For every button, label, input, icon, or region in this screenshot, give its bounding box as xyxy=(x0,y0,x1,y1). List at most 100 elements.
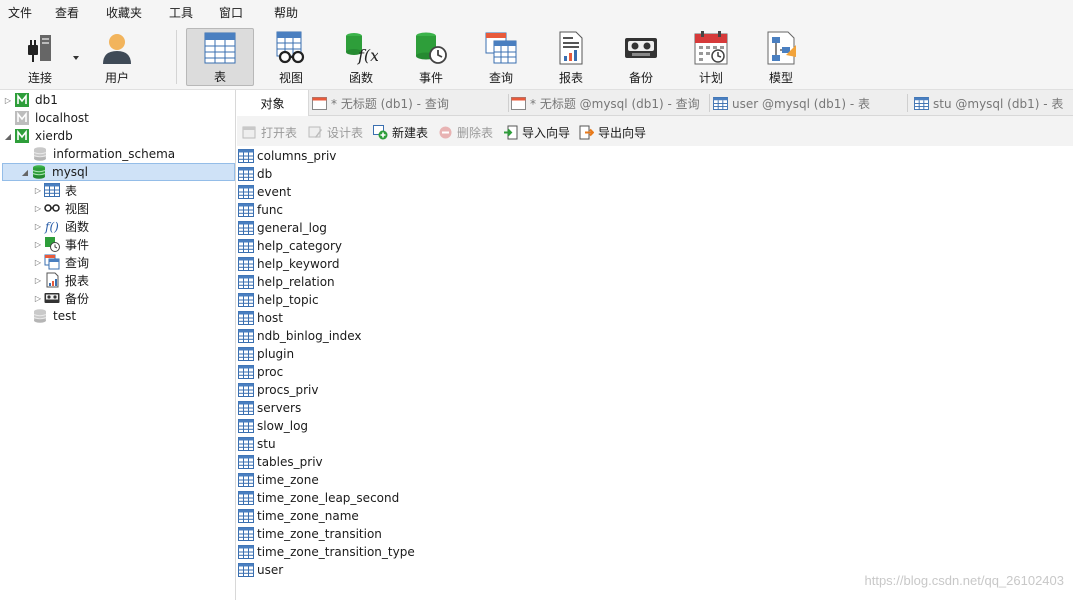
tree-node-xierdb[interactable]: ◢ xierdb xyxy=(2,127,73,145)
table-button[interactable]: 表 xyxy=(186,28,254,86)
table-row[interactable]: procs_priv xyxy=(238,381,318,399)
user-button[interactable]: 用户 xyxy=(83,28,151,86)
tree-node-queries[interactable]: ▷ 查询 xyxy=(32,253,89,271)
tree-node-functions[interactable]: ▷ f() 函数 xyxy=(32,217,89,235)
table-label: 表 xyxy=(213,70,226,84)
tree-node-localhost[interactable]: localhost xyxy=(2,109,89,127)
tree-node-events[interactable]: ▷ 事件 xyxy=(32,235,89,253)
tree-node-db1[interactable]: ▷ db1 xyxy=(2,91,58,109)
connect-label: 连接 xyxy=(27,71,52,85)
query-button[interactable]: 查询 xyxy=(467,28,535,86)
table-icon xyxy=(203,31,237,64)
collapse-arrow-icon[interactable]: ◢ xyxy=(19,163,31,181)
table-name: servers xyxy=(257,401,302,415)
table-row[interactable]: time_zone_transition_type xyxy=(238,543,415,561)
table-row[interactable]: general_log xyxy=(238,219,327,237)
table-icon xyxy=(238,347,254,361)
event-button[interactable]: 事件 xyxy=(397,28,465,86)
tab-objects[interactable]: 对象 xyxy=(237,90,309,116)
schedule-button[interactable]: 计划 xyxy=(677,28,745,86)
table-row[interactable]: time_zone_name xyxy=(238,507,359,525)
tree-node-test[interactable]: test xyxy=(20,307,76,325)
expand-arrow-icon[interactable]: ▷ xyxy=(2,91,14,109)
tree-node-backups[interactable]: ▷ 备份 xyxy=(32,289,89,307)
delete-table-button[interactable]: 删除表 xyxy=(438,124,493,140)
export-wizard-button[interactable]: 导出向导 xyxy=(579,124,646,140)
table-row[interactable]: func xyxy=(238,201,283,219)
tab-table-stu[interactable]: stu @mysql (db1) - 表 xyxy=(914,90,1073,116)
new-table-label: 新建表 xyxy=(392,125,429,140)
table-row[interactable]: servers xyxy=(238,399,301,417)
table-row[interactable]: event xyxy=(238,183,291,201)
model-button[interactable]: 模型 xyxy=(747,28,815,86)
table-row[interactable]: help_relation xyxy=(238,273,335,291)
tab-label: stu @mysql (db1) - 表 xyxy=(933,96,1064,111)
expand-arrow-icon[interactable]: ▷ xyxy=(32,235,44,253)
expand-arrow-icon[interactable]: ▷ xyxy=(32,253,44,271)
import-wizard-button[interactable]: 导入向导 xyxy=(503,124,570,140)
connect-dropdown-icon[interactable] xyxy=(73,56,79,60)
tree-node-tables[interactable]: ▷ 表 xyxy=(32,181,77,199)
tree-node-mysql[interactable]: ◢ mysql xyxy=(2,163,235,181)
design-table-button[interactable]: 设计表 xyxy=(308,124,363,140)
table-row[interactable]: user xyxy=(238,561,283,579)
open-table-button[interactable]: 打开表 xyxy=(242,124,297,140)
view-button[interactable]: 视图 xyxy=(257,28,325,86)
expand-arrow-icon[interactable]: ▷ xyxy=(32,289,44,307)
table-row[interactable]: host xyxy=(238,309,283,327)
collapse-arrow-icon[interactable]: ◢ xyxy=(2,127,14,145)
table-row[interactable]: time_zone_transition xyxy=(238,525,382,543)
table-name: tables_priv xyxy=(257,455,323,469)
new-table-button[interactable]: 新建表 xyxy=(373,124,428,140)
tree-node-information-schema[interactable]: information_schema xyxy=(20,145,175,163)
function-label: 函数 xyxy=(348,71,373,85)
table-row[interactable]: stu xyxy=(238,435,276,453)
table-name: time_zone_transition_type xyxy=(257,545,415,559)
table-row[interactable]: slow_log xyxy=(238,417,308,435)
menu-help[interactable]: 帮助 xyxy=(266,0,310,26)
tab-label: * 无标题 (db1) - 查询 xyxy=(331,96,449,111)
menu-file[interactable]: 文件 xyxy=(0,0,44,26)
menu-bar: 文件 查看 收藏夹 工具 窗口 帮助 xyxy=(0,0,1073,26)
table-name: time_zone xyxy=(257,473,319,487)
table-icon xyxy=(238,149,254,163)
menu-tools[interactable]: 工具 xyxy=(161,0,205,26)
expand-arrow-icon[interactable]: ▷ xyxy=(32,217,44,235)
menu-window[interactable]: 窗口 xyxy=(211,0,255,26)
function-button[interactable]: f(x) 函数 xyxy=(327,28,395,86)
tab-table-user[interactable]: user @mysql (db1) - 表 xyxy=(713,90,905,116)
connect-button[interactable]: 连接 xyxy=(6,28,74,86)
table-icon xyxy=(238,311,254,325)
table-name: help_relation xyxy=(257,275,335,289)
expand-arrow-icon[interactable]: ▷ xyxy=(32,181,44,199)
table-icon xyxy=(238,545,254,559)
table-row[interactable]: help_keyword xyxy=(238,255,339,273)
watermark: https://blog.csdn.net/qq_26102403 xyxy=(864,573,1065,588)
table-icon xyxy=(238,455,254,469)
table-row[interactable]: plugin xyxy=(238,345,294,363)
table-row[interactable]: ndb_binlog_index xyxy=(238,327,362,345)
expand-arrow-icon[interactable]: ▷ xyxy=(32,271,44,289)
table-icon xyxy=(238,293,254,307)
table-row[interactable]: columns_priv xyxy=(238,147,336,165)
tab-query-untitled-mysql[interactable]: * 无标题 @mysql (db1) - 查询 xyxy=(511,90,707,116)
table-row[interactable]: time_zone_leap_second xyxy=(238,489,399,507)
report-button[interactable]: 报表 xyxy=(537,28,605,86)
table-row[interactable]: proc xyxy=(238,363,283,381)
table-row[interactable]: time_zone xyxy=(238,471,319,489)
svg-text:f(x): f(x) xyxy=(357,46,378,65)
design-table-icon xyxy=(308,125,323,140)
expand-arrow-icon[interactable]: ▷ xyxy=(32,199,44,217)
tree-node-views[interactable]: ▷ 视图 xyxy=(32,199,89,217)
tab-query-untitled-db1[interactable]: * 无标题 (db1) - 查询 xyxy=(312,90,507,116)
tree-node-label: xierdb xyxy=(35,129,73,143)
table-row[interactable]: db xyxy=(238,165,272,183)
event-icon xyxy=(414,30,448,65)
menu-favorites[interactable]: 收藏夹 xyxy=(98,0,154,26)
table-row[interactable]: help_topic xyxy=(238,291,319,309)
table-row[interactable]: help_category xyxy=(238,237,342,255)
tree-node-reports[interactable]: ▷ 报表 xyxy=(32,271,89,289)
backup-button[interactable]: 备份 xyxy=(607,28,675,86)
menu-view[interactable]: 查看 xyxy=(47,0,91,26)
table-row[interactable]: tables_priv xyxy=(238,453,323,471)
